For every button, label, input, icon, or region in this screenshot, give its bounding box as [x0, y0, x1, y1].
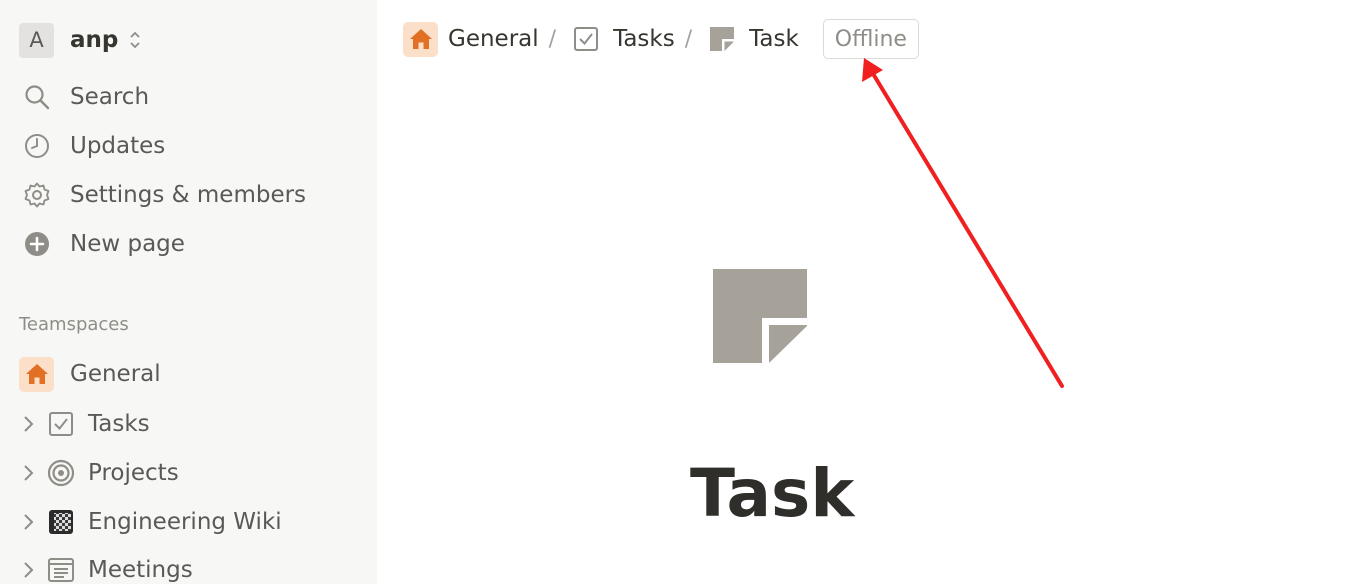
sidebar-item-tasks-label: Tasks [88, 411, 150, 437]
checkbox-icon [568, 22, 603, 57]
home-icon [19, 356, 54, 392]
chevron-updown-icon [130, 31, 140, 49]
sidebar-item-meetings-label: Meetings [88, 557, 193, 583]
breadcrumb-general[interactable]: General [403, 21, 539, 57]
sidebar: A anp Search Updates Settings & members [0, 0, 377, 584]
nav-new-page-label: New page [70, 231, 185, 257]
clock-icon [21, 130, 53, 162]
document-icon [46, 555, 76, 584]
nav-settings[interactable]: Settings & members [21, 177, 306, 213]
teamspace-general[interactable]: General [19, 356, 161, 392]
plus-circle-icon [21, 228, 53, 260]
nav-updates[interactable]: Updates [21, 128, 165, 164]
workspace-name: anp [70, 27, 119, 53]
sidebar-item-projects-label: Projects [88, 460, 179, 486]
teamspace-general-label: General [70, 361, 161, 387]
page-icon [704, 22, 739, 57]
nav-updates-label: Updates [70, 133, 166, 159]
breadcrumb-task[interactable]: Task [704, 22, 799, 57]
nav-search-label: Search [70, 84, 150, 110]
home-icon [403, 21, 438, 57]
workspace-switcher[interactable]: A anp [19, 22, 142, 58]
sidebar-item-tasks[interactable]: Tasks [18, 406, 150, 442]
notebook-icon [46, 507, 76, 537]
teamspaces-heading: Teamspaces [19, 314, 129, 335]
search-icon [21, 81, 53, 113]
nav-new-page[interactable]: New page [21, 226, 185, 262]
page-title[interactable]: Task [690, 455, 854, 532]
workspace-avatar: A [19, 22, 54, 58]
sidebar-item-engineering-wiki[interactable]: Engineering Wiki [18, 504, 282, 540]
checkbox-icon [46, 409, 76, 439]
target-icon [46, 458, 76, 488]
offline-status-badge: Offline [822, 19, 919, 59]
nav-search[interactable]: Search [21, 79, 149, 115]
breadcrumb-tasks[interactable]: Tasks [568, 22, 675, 57]
chevron-right-icon[interactable] [18, 414, 38, 434]
breadcrumb-separator: / [684, 26, 693, 52]
breadcrumb-task-label: Task [749, 26, 799, 52]
sidebar-item-projects[interactable]: Projects [18, 455, 179, 491]
chevron-right-icon[interactable] [18, 463, 38, 483]
nav-settings-label: Settings & members [70, 182, 307, 208]
breadcrumb-separator: / [548, 26, 557, 52]
sidebar-item-meetings[interactable]: Meetings [18, 552, 193, 584]
breadcrumb: General / Tasks / Task Offline [403, 18, 919, 60]
breadcrumb-general-label: General [448, 26, 539, 52]
sidebar-item-engineering-wiki-label: Engineering Wiki [88, 509, 282, 535]
gear-icon [21, 179, 53, 211]
chevron-right-icon[interactable] [18, 560, 38, 580]
chevron-right-icon[interactable] [18, 512, 38, 532]
page-icon[interactable] [712, 268, 808, 364]
breadcrumb-tasks-label: Tasks [613, 26, 675, 52]
